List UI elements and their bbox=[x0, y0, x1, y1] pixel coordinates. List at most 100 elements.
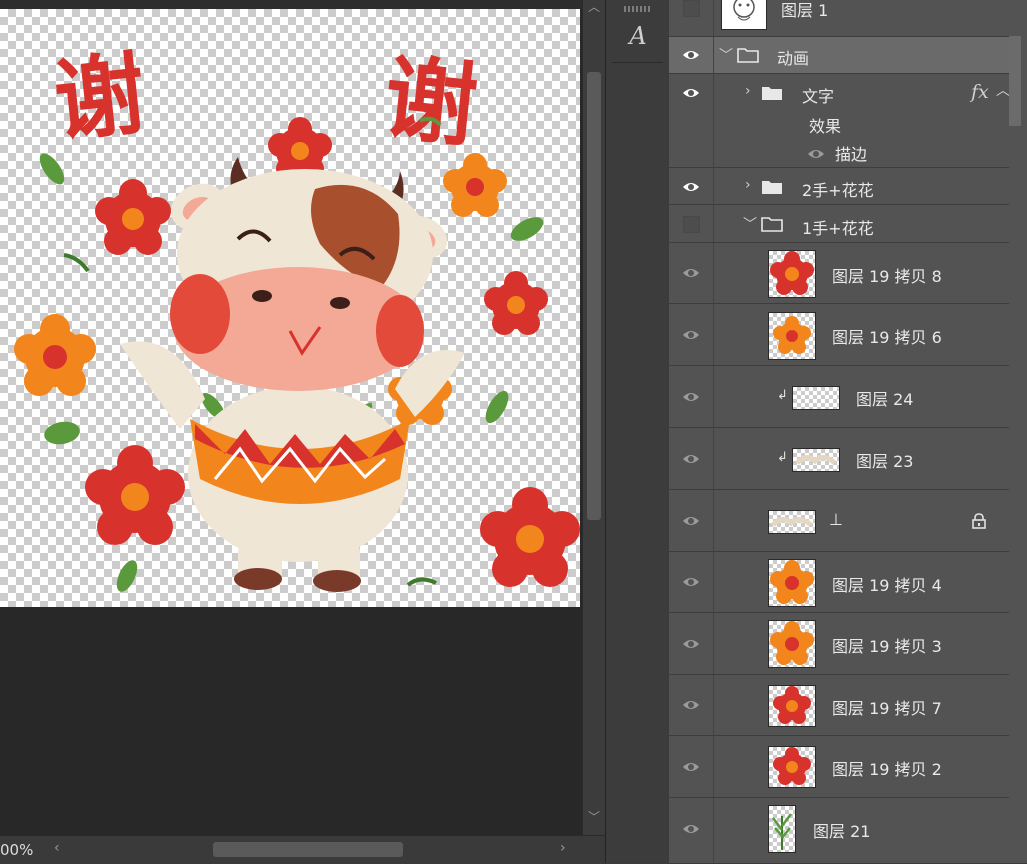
visibility-off-box[interactable] bbox=[683, 0, 700, 17]
layers-panel-scrollbar[interactable] bbox=[1009, 0, 1027, 863]
layer-thumbnail bbox=[768, 312, 816, 360]
chevron-down-icon[interactable]: ﹀ bbox=[743, 214, 757, 234]
character-panel-icon[interactable]: A bbox=[618, 16, 658, 56]
visibility-cell[interactable] bbox=[669, 74, 714, 167]
visibility-cell[interactable] bbox=[669, 243, 714, 303]
eye-icon[interactable] bbox=[682, 329, 700, 341]
layer-row-copy2[interactable]: 图层 19 拷贝 2 bbox=[669, 736, 1009, 798]
layer-row-group-text[interactable]: › 文字 fx ︿ 效果 描边 bbox=[669, 74, 1010, 168]
layer-name[interactable]: 图层 19 拷贝 6 bbox=[832, 324, 942, 348]
layer-name[interactable]: 2手+花花 bbox=[802, 177, 874, 201]
layers-panel: 图层 1 ﹀ 动画 › 文字 fx ︿ 效果 描边 › 2手+花花 ﹀ 1手+花… bbox=[669, 0, 1027, 863]
layer-row-layer1[interactable]: 图层 1 bbox=[669, 0, 1009, 37]
layer-row-group-anim[interactable]: ﹀ 动画 bbox=[669, 37, 1009, 74]
layer-name[interactable]: 图层 19 拷贝 3 bbox=[832, 633, 942, 657]
layer-row-locked[interactable]: ⊥ bbox=[669, 490, 1009, 552]
layer-name[interactable]: 文字 bbox=[802, 83, 834, 107]
layer-name[interactable]: 1手+花花 bbox=[802, 215, 874, 239]
visibility-cell[interactable] bbox=[669, 490, 714, 551]
layer-name[interactable]: 图层 23 bbox=[856, 448, 913, 472]
layer-name[interactable]: 图层 19 拷贝 2 bbox=[832, 756, 942, 780]
visibility-cell[interactable] bbox=[669, 613, 714, 674]
fx-icon[interactable]: fx bbox=[971, 81, 989, 103]
scroll-down-arrow[interactable]: ﹀ bbox=[583, 808, 605, 825]
layer-row-layer21[interactable]: 图层 21 bbox=[669, 798, 1009, 863]
layer-thumbnail bbox=[768, 805, 796, 853]
layer-row-copy4[interactable]: 图层 19 拷贝 4 bbox=[669, 552, 1009, 613]
red-flower-icon bbox=[773, 686, 811, 724]
eye-icon[interactable] bbox=[682, 391, 700, 403]
document-top-edge bbox=[0, 0, 582, 9]
eye-icon[interactable] bbox=[682, 49, 700, 61]
red-flower-icon bbox=[770, 251, 814, 295]
vertical-scroll-thumb[interactable] bbox=[587, 72, 601, 520]
layers-scroll-thumb[interactable] bbox=[1009, 36, 1021, 126]
layer-row-copy8[interactable]: 图层 19 拷贝 8 bbox=[669, 243, 1009, 304]
plant-icon bbox=[772, 813, 792, 850]
eye-icon[interactable] bbox=[682, 87, 700, 99]
layer-name[interactable]: ⊥ bbox=[829, 510, 843, 529]
eye-icon[interactable] bbox=[682, 515, 700, 527]
visibility-off-box[interactable] bbox=[683, 216, 700, 233]
layer-row-copy7[interactable]: 图层 19 拷贝 7 bbox=[669, 675, 1009, 736]
eye-icon[interactable] bbox=[682, 453, 700, 465]
chevron-right-icon[interactable]: › bbox=[745, 83, 751, 99]
scroll-left-arrow[interactable]: ‹ bbox=[54, 840, 60, 856]
scroll-right-arrow[interactable]: › bbox=[560, 840, 566, 856]
document-canvas[interactable]: 谢 谢 bbox=[0, 9, 580, 607]
scroll-up-arrow[interactable]: ︿ bbox=[583, 0, 605, 15]
layer-row-group-hand2[interactable]: › 2手+花花 bbox=[669, 168, 1009, 205]
canvas-horizontal-scrollbar[interactable]: 00% ‹ › bbox=[0, 835, 605, 864]
orange-flower-icon bbox=[773, 316, 811, 354]
eye-icon[interactable] bbox=[682, 638, 700, 650]
eye-icon[interactable] bbox=[682, 761, 700, 773]
visibility-cell[interactable] bbox=[669, 304, 714, 365]
visibility-cell[interactable] bbox=[669, 168, 714, 204]
visibility-cell[interactable] bbox=[669, 37, 714, 73]
visibility-cell[interactable] bbox=[669, 205, 714, 242]
chevron-down-icon[interactable]: ﹀ bbox=[719, 45, 733, 65]
layer-name[interactable]: 图层 19 拷贝 8 bbox=[832, 263, 942, 287]
layer-row-layer23[interactable]: ↲ 图层 23 bbox=[669, 428, 1009, 490]
layer-name[interactable]: 动画 bbox=[777, 45, 809, 69]
layer-name[interactable]: 图层 19 拷贝 4 bbox=[832, 572, 942, 596]
effects-label[interactable]: 效果 bbox=[809, 113, 841, 137]
chevron-right-icon[interactable]: › bbox=[745, 177, 751, 193]
zoom-level[interactable]: 00% bbox=[0, 841, 33, 859]
eye-icon[interactable] bbox=[682, 823, 700, 835]
folder-icon bbox=[762, 181, 782, 194]
eye-icon[interactable] bbox=[682, 267, 700, 279]
layer-row-copy6[interactable]: 图层 19 拷贝 6 bbox=[669, 304, 1009, 366]
layer-name[interactable]: 图层 21 bbox=[813, 818, 870, 842]
eye-icon[interactable] bbox=[682, 181, 700, 193]
layer-name[interactable]: 图层 19 拷贝 7 bbox=[832, 695, 942, 719]
visibility-cell[interactable] bbox=[669, 0, 714, 36]
visibility-cell[interactable] bbox=[669, 675, 714, 735]
layer-thumbnail bbox=[768, 510, 816, 534]
effect-eye-icon[interactable] bbox=[807, 148, 825, 160]
layer-thumbnail bbox=[768, 559, 816, 607]
layer-row-group-hand1[interactable]: ﹀ 1手+花花 bbox=[669, 205, 1009, 243]
visibility-cell[interactable] bbox=[669, 552, 714, 612]
layer-name[interactable]: 图层 24 bbox=[856, 386, 913, 410]
eye-icon[interactable] bbox=[682, 576, 700, 588]
layer-thumbnail bbox=[768, 250, 816, 298]
title-char-left: 谢 bbox=[50, 42, 150, 156]
visibility-cell[interactable] bbox=[669, 428, 714, 489]
layer-row-copy3[interactable]: 图层 19 拷贝 3 bbox=[669, 613, 1009, 675]
layer-name[interactable]: 图层 1 bbox=[781, 0, 828, 21]
arm-sketch-icon bbox=[795, 455, 837, 465]
layer-row-layer24[interactable]: ↲ 图层 24 bbox=[669, 366, 1009, 428]
eye-icon[interactable] bbox=[682, 699, 700, 711]
horizontal-scroll-thumb[interactable] bbox=[213, 842, 403, 857]
layer-thumbnail bbox=[792, 448, 840, 472]
lock-icon[interactable] bbox=[972, 513, 986, 529]
stroke-effect-label[interactable]: 描边 bbox=[835, 141, 867, 165]
visibility-cell[interactable] bbox=[669, 736, 714, 797]
layer-thumbnail bbox=[721, 0, 767, 30]
canvas-vertical-scrollbar[interactable]: ︿ ﹀ bbox=[582, 0, 605, 835]
visibility-cell[interactable] bbox=[669, 798, 714, 863]
visibility-cell[interactable] bbox=[669, 366, 714, 427]
collapse-effects-icon[interactable]: ︿ bbox=[996, 80, 1010, 100]
panel-grip[interactable] bbox=[624, 6, 650, 12]
